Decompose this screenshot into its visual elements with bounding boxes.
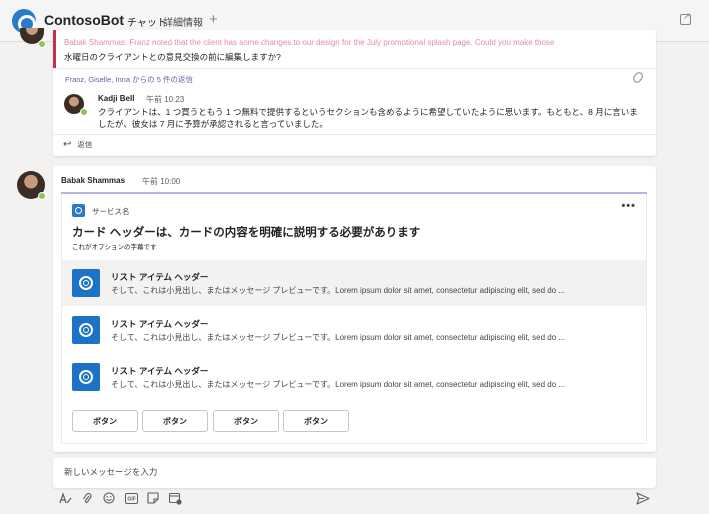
gif-label: GIF bbox=[127, 496, 135, 502]
add-tab-button[interactable]: + bbox=[209, 11, 218, 28]
card-action-button-3[interactable]: ボタン bbox=[213, 410, 279, 432]
attach-icon[interactable] bbox=[80, 491, 94, 505]
list-item-header: リスト アイテム ヘッダー bbox=[111, 272, 209, 282]
thread-message-text: 水曜日のクライアントとの意見交換の前に編集しますか? bbox=[64, 52, 281, 62]
reply-button-label: 返信 bbox=[77, 140, 93, 149]
list-item-header: リスト アイテム ヘッダー bbox=[111, 319, 209, 329]
reply-text: クライアントは、1 つ買うともう 1 つ無料で提供するというセクションも含めるよ… bbox=[98, 107, 638, 129]
service-name: サービス名 bbox=[92, 207, 130, 216]
list-item-icon bbox=[72, 316, 100, 344]
reply-author: Kadji Bell bbox=[98, 94, 135, 103]
presence-available-icon bbox=[80, 108, 88, 116]
quote-bar bbox=[53, 30, 56, 68]
gif-icon[interactable]: GIF bbox=[124, 491, 138, 505]
more-options-icon[interactable]: ••• bbox=[621, 200, 636, 212]
card-title: カード ヘッダーは、カードの内容を明確に説明する必要があります bbox=[72, 227, 421, 239]
bot-message: Babak Shammas 午前 10:00 サービス名 ••• カード ヘッダ… bbox=[53, 166, 656, 452]
message-thread: Babak Shammas: Franz noted that the clie… bbox=[53, 30, 656, 156]
presence-available-icon bbox=[38, 40, 46, 48]
quoted-text: Babak Shammas: Franz noted that the clie… bbox=[64, 38, 555, 47]
replies-link[interactable]: Franz, Giselle, Inna からの 5 件の返信 bbox=[65, 74, 193, 85]
format-icon[interactable] bbox=[58, 491, 72, 505]
message-timestamp: 午前 10:00 bbox=[142, 177, 181, 186]
reply-timestamp: 午前 10:23 bbox=[146, 95, 185, 104]
list-item-icon bbox=[72, 363, 100, 391]
send-icon[interactable] bbox=[636, 492, 652, 506]
list-item-icon bbox=[72, 269, 100, 297]
reply-arrow-icon: ↩ bbox=[63, 139, 72, 150]
list-item-preview: そして、これは小見出し、またはメッセージ プレビューです。Lorem ipsum… bbox=[111, 286, 566, 295]
card-action-button-1[interactable]: ボタン bbox=[72, 410, 138, 432]
adaptive-card: サービス名 ••• カード ヘッダーは、カードの内容を明確に説明する必要がありま… bbox=[61, 194, 647, 444]
schedule-meeting-icon[interactable] bbox=[168, 491, 182, 505]
sticker-icon[interactable] bbox=[146, 491, 160, 505]
sender-name: Babak Shammas bbox=[61, 176, 126, 185]
popout-icon[interactable] bbox=[680, 11, 691, 25]
tab-details[interactable]: 詳細情報 bbox=[163, 14, 203, 29]
presence-available-icon bbox=[38, 192, 46, 200]
list-item-preview: そして、これは小見出し、またはメッセージ プレビューです。Lorem ipsum… bbox=[111, 380, 566, 389]
compose-box bbox=[53, 458, 656, 488]
card-subtitle: これがオプションの字幕です bbox=[72, 244, 157, 251]
reply-button[interactable]: ↩ 返信 bbox=[63, 139, 92, 150]
app-title: ContosoBot bbox=[44, 12, 125, 28]
list-item[interactable]: リスト アイテム ヘッダー そして、これは小見出し、またはメッセージ プレビュー… bbox=[62, 354, 646, 400]
attachment-icon bbox=[631, 70, 645, 85]
card-action-button-2[interactable]: ボタン bbox=[142, 410, 208, 432]
message-input[interactable] bbox=[53, 458, 656, 486]
list-item-header: リスト アイテム ヘッダー bbox=[111, 366, 209, 376]
divider bbox=[53, 68, 656, 69]
service-icon bbox=[72, 204, 85, 217]
divider bbox=[53, 134, 656, 135]
list-item-preview: そして、これは小見出し、またはメッセージ プレビューです。Lorem ipsum… bbox=[111, 333, 566, 342]
compose-toolbar: GIF bbox=[58, 491, 182, 505]
emoji-icon[interactable] bbox=[102, 491, 116, 505]
list-item[interactable]: リスト アイテム ヘッダー そして、これは小見出し、またはメッセージ プレビュー… bbox=[62, 307, 646, 353]
card-action-button-4[interactable]: ボタン bbox=[283, 410, 349, 432]
list-item[interactable]: リスト アイテム ヘッダー そして、これは小見出し、またはメッセージ プレビュー… bbox=[62, 260, 646, 306]
tab-chat[interactable]: チャット bbox=[127, 14, 167, 36]
